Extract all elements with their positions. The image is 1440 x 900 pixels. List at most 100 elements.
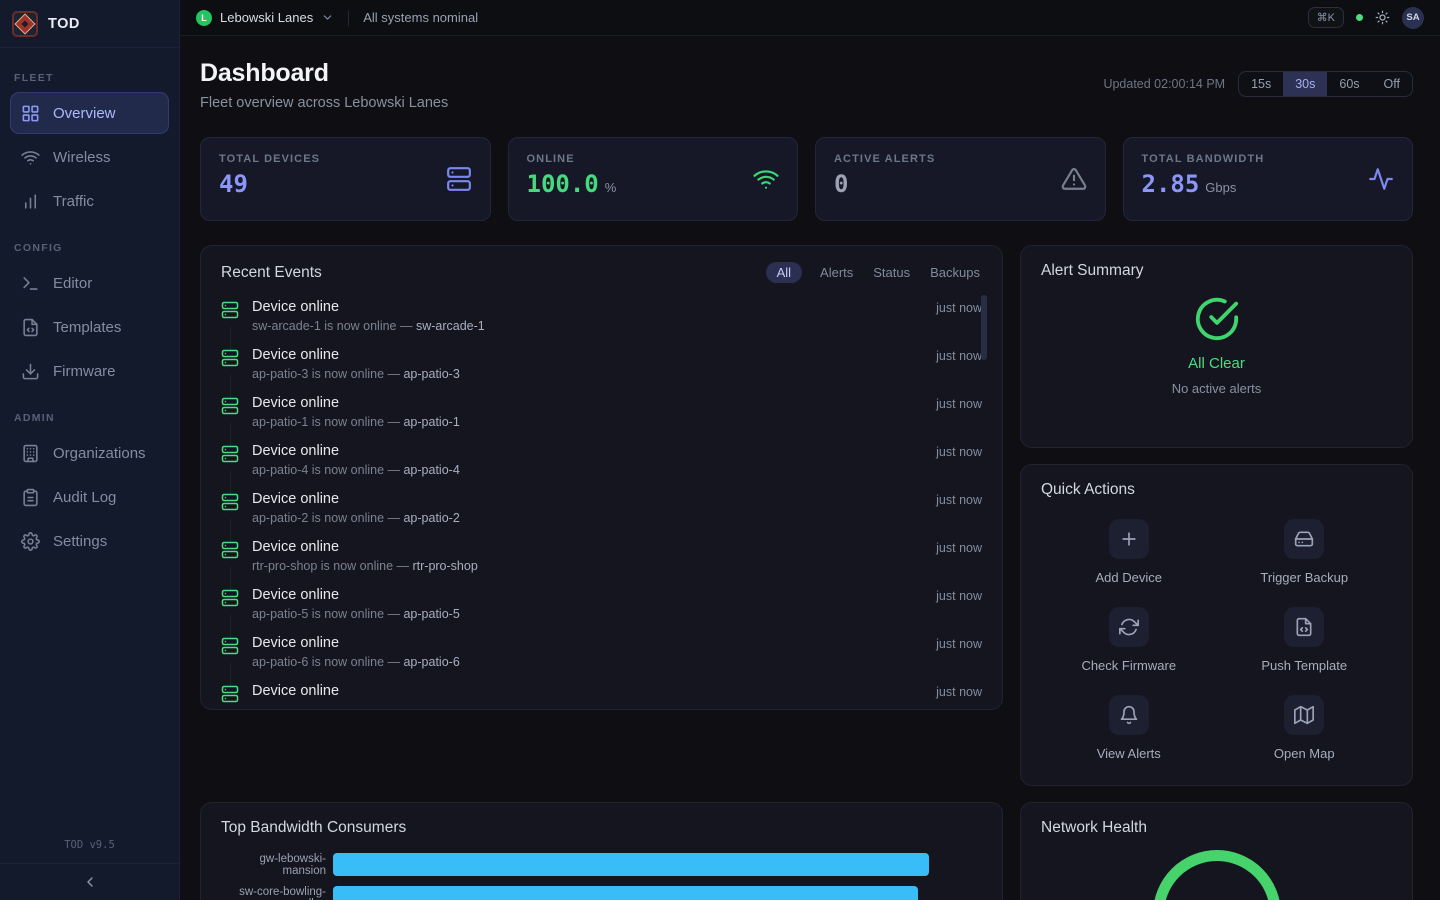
plus-icon <box>1119 529 1139 549</box>
bandwidth-bars: gw-lebowski-mansionsw-core-bowling-alley <box>221 853 982 900</box>
recent-events-panel: Recent Events AllAlertsStatusBackups Dev… <box>200 245 1003 710</box>
bandwidth-bar <box>333 853 929 876</box>
sidebar-item-wireless[interactable]: Wireless <box>10 136 169 178</box>
event-device-name: ap-patio-2 <box>403 511 459 525</box>
sidebar-item-templates[interactable]: Templates <box>10 306 169 348</box>
right-column: Alert Summary All Clear No active alerts… <box>1020 245 1413 786</box>
event-device-name: ap-patio-6 <box>403 655 459 669</box>
sidebar-item-label: Firmware <box>53 363 116 380</box>
quick-action-view-alerts[interactable]: View Alerts <box>1097 695 1161 761</box>
device-server-icon <box>221 637 241 657</box>
nav-section-label-fleet: FLEET <box>14 72 165 84</box>
app-version: TOD v9.5 <box>0 839 179 851</box>
event-filter-tabs: All Alerts Status Backups <box>766 262 982 283</box>
nav-section-label-config: CONFIG <box>14 242 165 254</box>
event-timestamp: just now <box>936 491 982 507</box>
refresh-option-30s[interactable]: 30s <box>1283 72 1327 96</box>
quick-action-label: Push Template <box>1261 658 1347 673</box>
event-filter-backups[interactable]: Backups <box>928 262 982 283</box>
refresh-interval-segmented: 15s30s60sOff <box>1238 71 1413 97</box>
event-filter-all[interactable]: All <box>766 262 802 283</box>
event-row: Device online sw-arcade-1 is now online —… <box>221 293 982 341</box>
sidebar-item-label: Editor <box>53 275 92 292</box>
refresh-option-15s[interactable]: 15s <box>1239 72 1283 96</box>
quick-action-add-device[interactable]: Add Device <box>1096 519 1162 585</box>
app-name: TOD <box>48 16 80 32</box>
activity-icon <box>1368 166 1394 192</box>
event-list: Device online sw-arcade-1 is now online —… <box>221 293 982 710</box>
page-header: Dashboard Fleet overview across Lebowski… <box>200 59 1413 111</box>
quick-action-label: Check Firmware <box>1081 658 1176 673</box>
sidebar-nav: FLEET Overview Wireless Traffic CONFIG Editor… <box>0 48 179 839</box>
updated-timestamp: Updated 02:00:14 PM <box>1103 77 1225 91</box>
event-description: sw-arcade-1 is now online — sw-arcade-1 <box>252 319 485 333</box>
stat-label: ACTIVE ALERTS <box>834 153 1087 165</box>
event-filter-alerts[interactable]: Alerts <box>818 262 855 283</box>
scrollbar-thumb[interactable] <box>981 295 987 360</box>
sidebar-item-overview[interactable]: Overview <box>10 92 169 134</box>
event-title: Device online <box>252 299 485 315</box>
sidebar-item-traffic[interactable]: Traffic <box>10 180 169 222</box>
command-palette-button[interactable]: ⌘K <box>1308 7 1344 28</box>
health-gauge-ring: 100 <box>1153 850 1281 900</box>
event-filter-status[interactable]: Status <box>871 262 912 283</box>
org-name: Lebowski Lanes <box>220 10 313 25</box>
quick-action-label: View Alerts <box>1097 746 1161 761</box>
device-server-icon <box>221 349 241 369</box>
sidebar-item-label: Traffic <box>53 193 94 210</box>
refresh-option-off[interactable]: Off <box>1372 72 1412 96</box>
event-device-name: rtr-pro-shop <box>412 559 477 573</box>
sidebar-item-organizations[interactable]: Organizations <box>10 432 169 474</box>
event-description: ap-patio-2 is now online — ap-patio-2 <box>252 511 460 525</box>
sidebar-item-settings[interactable]: Settings <box>10 520 169 562</box>
bar-chart-icon <box>21 192 40 211</box>
topbar-right: ⌘K SA <box>1308 7 1424 29</box>
app-brand: TOD <box>0 0 179 48</box>
event-device-name: ap-patio-5 <box>403 607 459 621</box>
alert-detail-text: No active alerts <box>1172 381 1262 396</box>
quick-action-push-template[interactable]: Push Template <box>1261 607 1347 673</box>
org-switcher[interactable]: L Lebowski Lanes <box>196 10 334 26</box>
event-device-name: ap-patio-4 <box>403 463 459 477</box>
sidebar-footer: TOD v9.5 <box>0 839 179 900</box>
stat-card-online: ONLINE100.0% <box>508 137 799 221</box>
quick-action-trigger-backup[interactable]: Trigger Backup <box>1260 519 1348 585</box>
sidebar-item-firmware[interactable]: Firmware <box>10 350 169 392</box>
quick-action-check-firmware[interactable]: Check Firmware <box>1081 607 1176 673</box>
sidebar-item-label: Audit Log <box>53 489 116 506</box>
event-timestamp: just now <box>936 587 982 603</box>
sidebar-item-audit-log[interactable]: Audit Log <box>10 476 169 518</box>
user-avatar[interactable]: SA <box>1402 7 1424 29</box>
theme-toggle-button[interactable] <box>1375 10 1390 25</box>
event-device-name: ap-patio-3 <box>403 367 459 381</box>
sidebar-collapse-button[interactable] <box>82 874 98 890</box>
event-row: Device onlineap-patio-5 is now online — … <box>221 581 982 629</box>
quick-action-label: Open Map <box>1274 746 1335 761</box>
app-root: TOD FLEET Overview Wireless Traffic CONFIG Ed… <box>0 0 1440 900</box>
event-row: Device onlineap-patio-4 is now online — … <box>221 437 982 485</box>
topbar-divider <box>348 10 349 26</box>
refresh-controls: Updated 02:00:14 PM 15s30s60sOff <box>1103 71 1413 97</box>
event-device-name: ap-patio-1 <box>403 415 459 429</box>
map-icon <box>1294 705 1314 725</box>
bandwidth-panel: Top Bandwidth Consumers gw-lebowski-mans… <box>200 802 1003 900</box>
stat-label: TOTAL BANDWIDTH <box>1142 153 1395 165</box>
event-timestamp: just now <box>936 299 982 315</box>
stat-value: 0 <box>834 170 848 198</box>
alert-status-text: All Clear <box>1188 355 1245 372</box>
chevron-down-icon <box>321 11 334 24</box>
event-description: ap-patio-5 is now online — ap-patio-5 <box>252 607 460 621</box>
sidebar-item-label: Overview <box>53 105 116 122</box>
bandwidth-device-label: sw-core-bowling-alley <box>221 886 333 900</box>
event-timestamp: just now <box>936 539 982 555</box>
connection-status-dot <box>1356 14 1363 21</box>
quick-action-open-map[interactable]: Open Map <box>1274 695 1335 761</box>
device-server-icon <box>221 541 241 561</box>
sidebar-item-editor[interactable]: Editor <box>10 262 169 304</box>
hard-drive-icon <box>1294 529 1314 549</box>
event-title: Device online <box>252 683 339 699</box>
app-logo-icon <box>12 11 38 37</box>
refresh-option-60s[interactable]: 60s <box>1327 72 1371 96</box>
gear-icon <box>21 532 40 551</box>
event-row: Device onlineap-patio-3 is now online — … <box>221 341 982 389</box>
